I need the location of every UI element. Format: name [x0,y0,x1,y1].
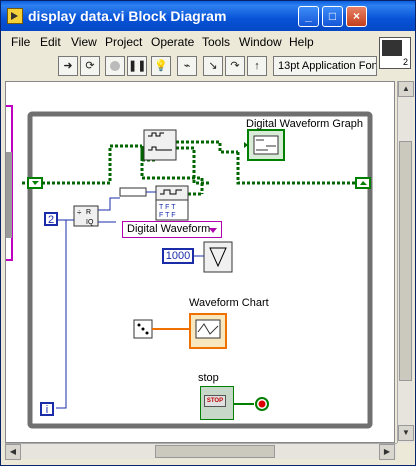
menu-bar: File Edit View Project Operate Tools Win… [1,31,415,53]
maximize-icon: □ [328,9,337,23]
font-selector[interactable]: 13pt Application Font [273,56,377,76]
scroll-down-icon[interactable]: ▼ [398,425,414,441]
build-digital-waveform-node[interactable] [155,185,189,201]
menu-tools[interactable]: Tools [202,35,230,49]
title-bar[interactable]: display data.vi Block Diagram _ □ × [1,1,415,31]
horizontal-scroll-thumb[interactable] [155,445,275,458]
abort-icon[interactable] [105,56,125,76]
vi-connector-icon[interactable]: 2 [379,37,411,69]
toolbar: ➜ ⟳ ❚❚ 💡 ⌁ ↘ ↷ ↑ 13pt Application Font [1,53,415,79]
close-icon: × [352,9,360,23]
digital-waveform-wire [22,140,356,196]
run-continuously-icon[interactable]: ⟳ [80,56,100,76]
scroll-left-icon[interactable]: ◀ [5,444,21,460]
graph-label: Digital Waveform Graph [246,118,363,130]
menu-project[interactable]: Project [105,35,142,49]
close-button[interactable]: × [346,6,367,27]
svg-text:R: R [86,209,91,216]
step-over-icon[interactable]: ↷ [225,56,245,76]
labview-vi-icon [7,8,23,24]
menu-operate[interactable]: Operate [151,35,194,49]
minimize-button[interactable]: _ [298,6,319,27]
ring-digital-waveform[interactable]: Digital Waveform [122,221,222,238]
left-edge-scroll [6,152,12,238]
waveform-icon [382,40,402,56]
stop-button-terminal[interactable]: STOP [200,386,234,420]
highlight-execution-icon[interactable]: 💡 [151,56,171,76]
horizontal-scrollbar[interactable]: ◀ ▶ [5,443,397,460]
iteration-terminal: i [40,402,54,416]
vertical-scrollbar[interactable]: ▲ ▼ [397,81,414,443]
svg-text:÷: ÷ [77,208,82,217]
menu-window[interactable]: Window [239,35,282,49]
window: display data.vi Block Diagram _ □ × File… [0,0,416,466]
window-title: display data.vi Block Diagram [28,8,227,24]
step-out-icon[interactable]: ↑ [247,56,267,76]
menu-view[interactable]: View [71,35,97,49]
svg-text:F T F: F T F [159,212,175,219]
maximize-button[interactable]: □ [322,6,343,27]
retain-wire-values-icon[interactable]: ⌁ [177,56,197,76]
scroll-up-icon[interactable]: ▲ [398,81,414,97]
stop-face: STOP [204,395,226,407]
pause-icon[interactable]: ❚❚ [127,56,147,76]
chart-label: Waveform Chart [189,297,269,309]
constant-two[interactable]: 2 [44,212,58,226]
wait-ms-node[interactable] [203,241,233,273]
menu-help[interactable]: Help [289,35,314,49]
svg-text:T F T: T F T [159,204,176,211]
stop-label: stop [198,372,219,384]
vertical-scroll-thumb[interactable] [399,141,412,381]
menu-file[interactable]: File [11,35,30,49]
minimize-icon: _ [305,9,312,23]
build-waveform-input[interactable] [119,187,147,197]
vi-icon-number: 2 [402,57,408,67]
constant-thousand[interactable]: 1000 [162,248,194,264]
step-into-icon[interactable]: ↘ [203,56,223,76]
svg-text:IQ: IQ [86,219,94,226]
block-diagram-canvas[interactable]: T F T F T F ÷ R IQ Digital Waveform Grap… [5,81,395,443]
scroll-right-icon[interactable]: ▶ [379,444,395,460]
run-arrow-icon[interactable]: ➜ [58,56,78,76]
menu-edit[interactable]: Edit [40,35,61,49]
